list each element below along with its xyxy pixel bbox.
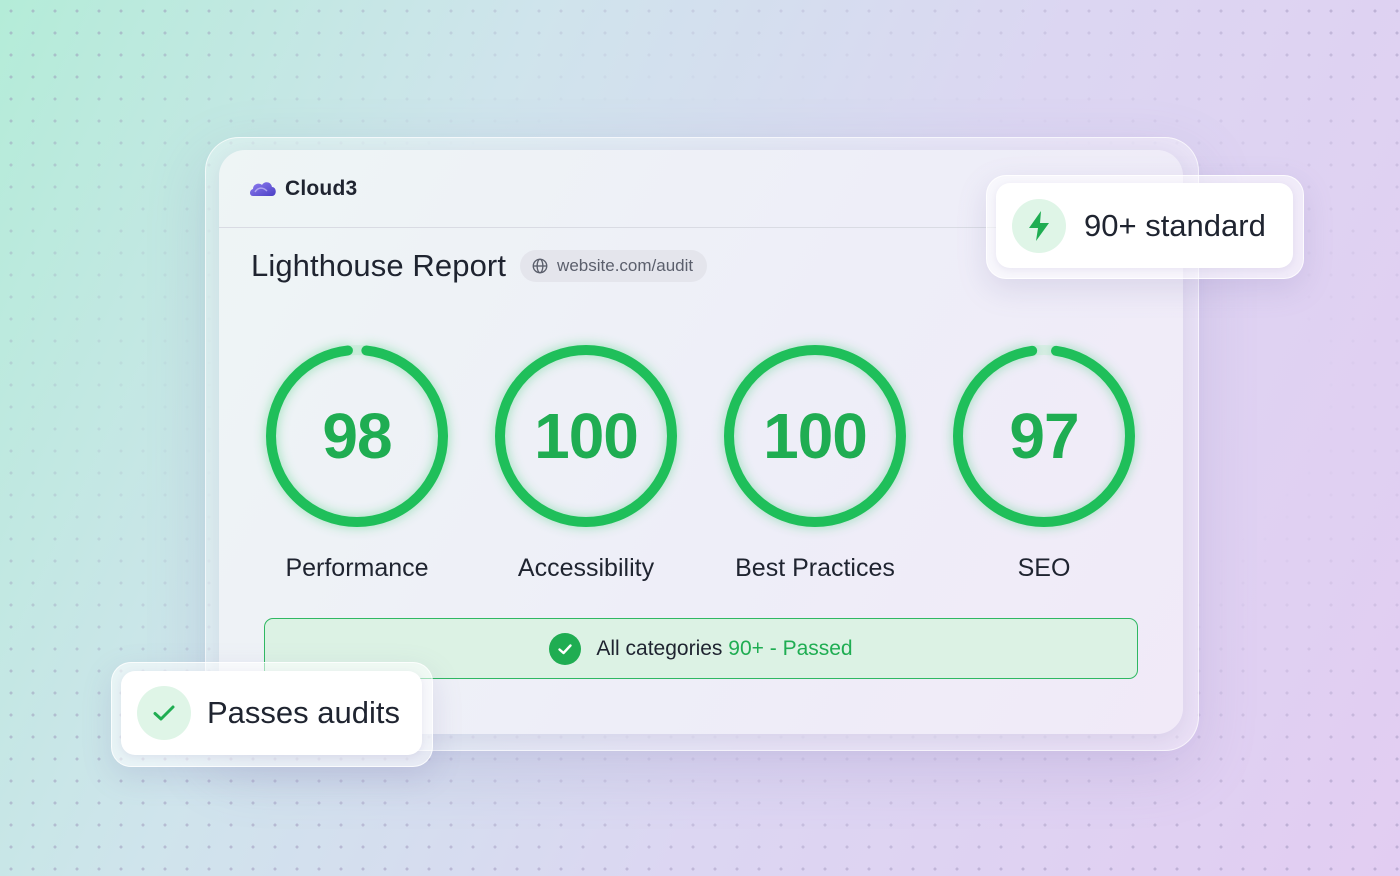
lightning-icon [1012, 198, 1066, 253]
status-highlight: 90+ - Passed [728, 636, 853, 660]
standard-badge-text: 90+ standard [1084, 207, 1266, 243]
gauge-score: 100 [534, 400, 639, 472]
gauge-label: Performance [285, 554, 429, 582]
check-icon [137, 686, 191, 740]
gauge-label: SEO [1017, 554, 1071, 582]
check-circle-icon [549, 632, 582, 665]
gauge-score: 100 [763, 400, 868, 472]
gauge-label: Accessibility [517, 554, 655, 582]
gauge-best-practices: 100 Best Practices [715, 336, 915, 583]
standard-badge: 90+ standard [996, 183, 1293, 268]
globe-icon [532, 258, 548, 274]
brand: Cloud3 [249, 176, 357, 202]
gauge-seo: 97 SEO [944, 336, 1144, 583]
gauge-score: 98 [322, 400, 392, 472]
cloud-icon [250, 182, 276, 196]
gauge-performance: 98 Performance [257, 336, 457, 583]
audits-badge: Passes audits [121, 671, 422, 755]
brand-name: Cloud3 [285, 177, 358, 200]
status-prefix: All categories [596, 636, 729, 660]
status-text: All categories 90+ - Passed [596, 637, 852, 661]
url-text: website.com/audit [557, 256, 694, 275]
report-title: Lighthouse Report [251, 248, 507, 283]
gauge-score: 97 [1009, 400, 1079, 472]
url-pill[interactable]: website.com/audit [520, 250, 708, 282]
gauge-accessibility: 100 Accessibility [486, 336, 686, 583]
report-header: Lighthouse Report website.com/audit [251, 248, 708, 284]
audits-badge-text: Passes audits [207, 695, 400, 730]
gauge-label: Best Practices [735, 554, 895, 582]
